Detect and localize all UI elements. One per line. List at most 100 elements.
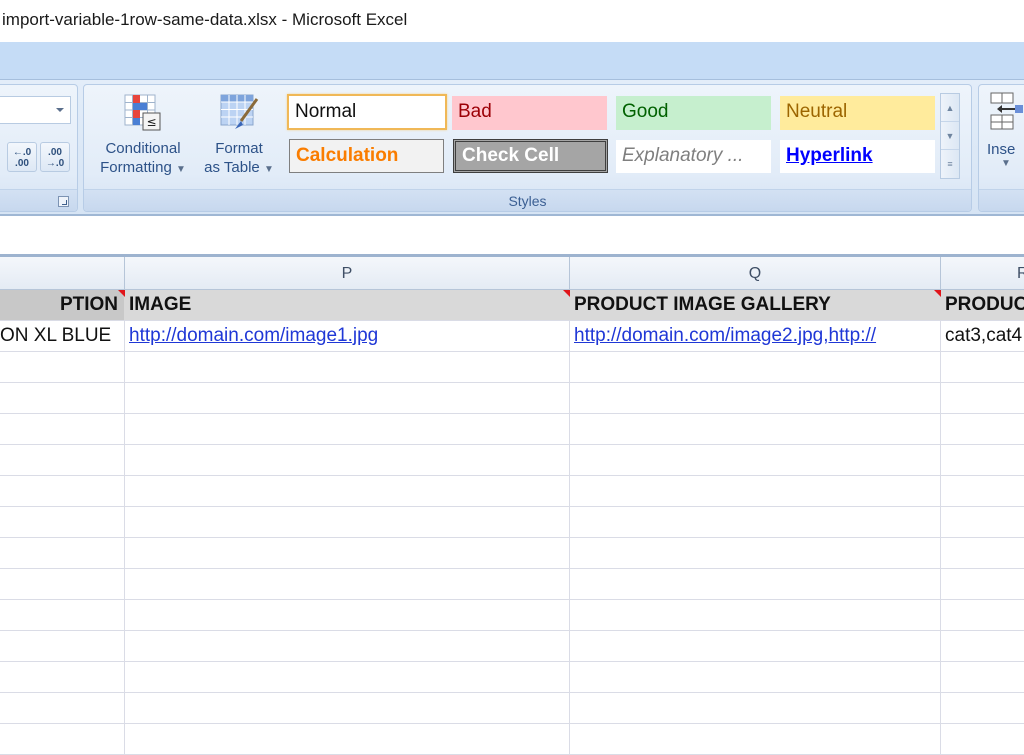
table-row — [0, 662, 1024, 693]
cell-r1[interactable]: PRODUC — [941, 290, 1024, 320]
gallery-scroll-up-icon[interactable]: ▲ — [941, 94, 959, 122]
cell-p2[interactable]: http://domain.com/image1.jpg — [125, 321, 570, 351]
empty-cell[interactable] — [125, 538, 570, 568]
empty-cell[interactable] — [570, 445, 941, 475]
conditional-formatting-button[interactable]: ≤ Conditional Formatting ▼ — [90, 89, 196, 189]
empty-cell[interactable] — [570, 600, 941, 630]
empty-cell[interactable] — [0, 507, 125, 537]
empty-cell[interactable] — [941, 507, 1024, 537]
empty-cell[interactable] — [0, 569, 125, 599]
empty-cell[interactable] — [570, 476, 941, 506]
title-bar: import-variable-1row-same-data.xlsx - Mi… — [0, 0, 1024, 42]
table-row — [0, 538, 1024, 569]
number-format-dropdown[interactable] — [0, 96, 71, 124]
empty-cell[interactable] — [0, 600, 125, 630]
empty-cell[interactable] — [0, 724, 125, 754]
cell-q1[interactable]: PRODUCT IMAGE GALLERY — [570, 290, 941, 320]
empty-cell[interactable] — [0, 414, 125, 444]
empty-cell[interactable] — [125, 693, 570, 723]
empty-cell[interactable] — [0, 445, 125, 475]
gallery-scroll-down-icon[interactable]: ▼ — [941, 122, 959, 150]
empty-cell[interactable] — [570, 724, 941, 754]
empty-cell[interactable] — [125, 569, 570, 599]
column-header-q[interactable]: Q — [570, 257, 941, 290]
comment-indicator-icon[interactable] — [118, 290, 125, 297]
empty-cell[interactable] — [941, 724, 1024, 754]
empty-cell[interactable] — [941, 445, 1024, 475]
empty-cell[interactable] — [941, 414, 1024, 444]
column-header-o[interactable] — [0, 257, 125, 290]
empty-cell[interactable] — [941, 662, 1024, 692]
cell-style-normal[interactable]: Normal — [287, 94, 447, 130]
empty-cell[interactable] — [125, 383, 570, 413]
empty-cell[interactable] — [125, 600, 570, 630]
empty-cell[interactable] — [0, 352, 125, 382]
cell-style-check-cell[interactable]: Check Cell — [453, 139, 608, 173]
empty-cell[interactable] — [125, 631, 570, 661]
ribbon: ←.0 .00 .00 →.0 ≤ Conditional Formatting… — [0, 80, 1024, 216]
cell-style-good[interactable]: Good — [616, 96, 771, 130]
column-header-r[interactable]: R — [941, 257, 1024, 290]
cell-r2[interactable]: cat3,cat4 — [941, 321, 1024, 351]
cell-style-hyperlink[interactable]: Hyperlink — [780, 140, 935, 173]
column-headers: P Q R — [0, 254, 1024, 290]
empty-cell[interactable] — [570, 662, 941, 692]
number-group: ←.0 .00 .00 →.0 — [0, 84, 78, 212]
empty-cell[interactable] — [0, 538, 125, 568]
table-row — [0, 383, 1024, 414]
image-link[interactable]: http://domain.com/image1.jpg — [129, 325, 378, 346]
empty-cell[interactable] — [125, 352, 570, 382]
dialog-launcher-icon[interactable] — [58, 196, 69, 207]
increase-decimal-button[interactable]: ←.0 .00 — [7, 142, 37, 172]
insert-cells-button[interactable]: Inse ▼ — [987, 91, 1024, 169]
table-row — [0, 724, 1024, 755]
cell-style-neutral[interactable]: Neutral — [780, 96, 935, 130]
empty-cell[interactable] — [941, 600, 1024, 630]
empty-cell[interactable] — [941, 352, 1024, 382]
empty-cell[interactable] — [570, 631, 941, 661]
empty-cell[interactable] — [125, 662, 570, 692]
empty-cell[interactable] — [0, 383, 125, 413]
cell-style-calculation[interactable]: Calculation — [289, 139, 444, 173]
empty-cell[interactable] — [941, 538, 1024, 568]
empty-cell[interactable] — [941, 476, 1024, 506]
cell-style-explanatory[interactable]: Explanatory ... — [616, 140, 771, 173]
empty-cell[interactable] — [941, 693, 1024, 723]
empty-cell[interactable] — [125, 507, 570, 537]
gallery-more-icon[interactable]: ≡ — [941, 150, 959, 178]
empty-cell[interactable] — [941, 631, 1024, 661]
styles-gallery-scrollbar[interactable]: ▲ ▼ ≡ — [940, 93, 960, 179]
empty-cell[interactable] — [0, 662, 125, 692]
conditional-formatting-label-2: Formatting — [100, 159, 172, 176]
cell-o2[interactable]: ON XL BLUE — [0, 321, 125, 351]
cell-q2[interactable]: http://domain.com/image2.jpg,http:// — [570, 321, 941, 351]
cell-style-bad[interactable]: Bad — [452, 96, 607, 130]
empty-cell[interactable] — [125, 476, 570, 506]
comment-indicator-icon[interactable] — [563, 290, 570, 297]
empty-cell[interactable] — [570, 383, 941, 413]
empty-cell[interactable] — [941, 383, 1024, 413]
empty-cell[interactable] — [125, 445, 570, 475]
empty-cell[interactable] — [570, 569, 941, 599]
gallery-link[interactable]: http://domain.com/image2.jpg,http:// — [574, 325, 876, 346]
cell-o1[interactable]: PTION — [0, 290, 125, 320]
empty-cell[interactable] — [570, 352, 941, 382]
chevron-down-icon: ▼ — [175, 164, 186, 175]
empty-cell[interactable] — [570, 507, 941, 537]
comment-indicator-icon[interactable] — [934, 290, 941, 297]
format-as-table-button[interactable]: Format as Table ▼ — [202, 89, 276, 189]
empty-cell[interactable] — [125, 724, 570, 754]
decrease-decimal-button[interactable]: .00 →.0 — [40, 142, 70, 172]
empty-cell[interactable] — [570, 538, 941, 568]
empty-cell[interactable] — [0, 693, 125, 723]
empty-cell[interactable] — [125, 414, 570, 444]
empty-cell[interactable] — [941, 569, 1024, 599]
empty-cell[interactable] — [570, 414, 941, 444]
column-header-p[interactable]: P — [125, 257, 570, 290]
empty-cell[interactable] — [0, 476, 125, 506]
empty-cell[interactable] — [570, 693, 941, 723]
cell-p1[interactable]: IMAGE — [125, 290, 570, 320]
empty-cell[interactable] — [0, 631, 125, 661]
styles-group-label: Styles — [84, 189, 971, 211]
table-row — [0, 631, 1024, 662]
